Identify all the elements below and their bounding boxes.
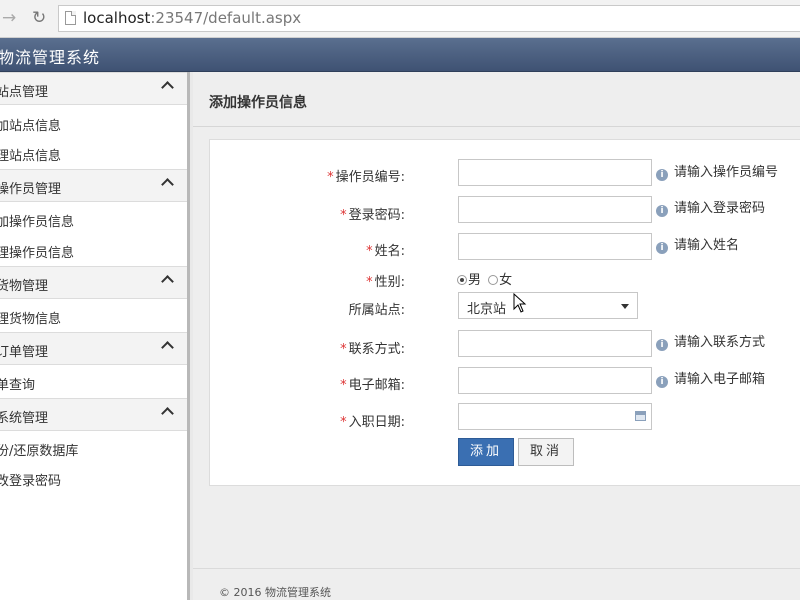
sidebar-item-backup-restore[interactable]: 份/还原数据库 xyxy=(0,440,78,459)
page-icon xyxy=(65,11,76,25)
required-mark: * xyxy=(340,415,347,430)
sidebar-item-order-query[interactable]: 单查询 xyxy=(0,374,35,393)
sidebar-item-add-station[interactable]: 加站点信息 xyxy=(0,115,61,134)
password-label-text: 登录密码: xyxy=(348,208,405,223)
station-label: 所属站点: xyxy=(348,303,405,318)
footer-divider xyxy=(193,568,800,569)
url-text: localhost:23547/default.aspx xyxy=(83,9,301,27)
sidebar-group-orders[interactable]: 订单管理 xyxy=(0,332,187,365)
refresh-icon[interactable]: ↻ xyxy=(32,8,46,28)
contact-label-text: 联系方式: xyxy=(348,342,405,357)
contact-input[interactable] xyxy=(458,330,652,357)
cancel-button[interactable]: 取消 xyxy=(518,438,574,466)
name-input[interactable] xyxy=(458,233,652,260)
chevron-up-icon[interactable] xyxy=(161,407,174,420)
info-icon: i xyxy=(656,169,668,181)
station-selected-value: 北京站 xyxy=(467,302,507,317)
gender-label-text: 性别: xyxy=(374,275,405,290)
calendar-icon[interactable] xyxy=(635,411,646,421)
hire-date-label: * 入职日期: xyxy=(340,411,405,430)
page-title: 添加操作员信息 xyxy=(209,95,307,111)
email-label-text: 电子邮箱: xyxy=(348,378,405,393)
contact-label: * 联系方式: xyxy=(340,338,405,357)
sidebar-item-change-password[interactable]: 改登录密码 xyxy=(0,470,61,489)
operator-form: * 操作员编号: i 请输入操作员编号 * 登录密码: i 请输入登录密码 * 姓名: i… xyxy=(209,139,800,486)
sidebar-group-label: 系统管理 xyxy=(0,411,49,426)
sidebar-group-label: 操作员管理 xyxy=(0,182,62,197)
sidebar-group-system[interactable]: 系统管理 xyxy=(0,398,187,431)
add-button[interactable]: 添加 xyxy=(458,438,514,466)
main-content: 添加操作员信息 * 操作员编号: i 请输入操作员编号 * 登录密码: i 请输入登录密… xyxy=(193,72,800,600)
name-hint: i 请输入姓名 xyxy=(656,234,739,254)
required-mark: * xyxy=(340,208,347,223)
dropdown-arrow-icon xyxy=(621,304,629,309)
gender-label: * 性别: xyxy=(366,271,405,290)
email-label: * 电子邮箱: xyxy=(340,374,405,393)
sidebar: 站点管理 加站点信息 理站点信息 操作员管理 加操作员信息 理操作员信息 货物管… xyxy=(0,72,190,600)
operator-id-label: * 操作员编号: xyxy=(327,166,405,185)
sidebar-group-label: 站点管理 xyxy=(0,85,49,100)
gender-radio-group: 男 女 xyxy=(457,269,512,288)
contact-hint: i 请输入联系方式 xyxy=(656,331,765,351)
cursor-arrow-icon xyxy=(513,293,527,313)
chevron-up-icon[interactable] xyxy=(161,275,174,288)
operator-id-label-text: 操作员编号: xyxy=(335,170,405,185)
password-input[interactable] xyxy=(458,196,652,223)
gender-radio-female[interactable] xyxy=(488,275,499,285)
browser-toolbar: → ↻ localhost:23547/default.aspx xyxy=(0,0,800,38)
chevron-up-icon[interactable] xyxy=(161,178,174,191)
sidebar-item-manage-station[interactable]: 理站点信息 xyxy=(0,145,61,164)
password-hint: i 请输入登录密码 xyxy=(656,197,765,217)
email-input[interactable] xyxy=(458,367,652,394)
footer-copyright: © 2016 物流管理系统 xyxy=(219,586,331,599)
required-mark: * xyxy=(366,275,373,290)
chevron-up-icon[interactable] xyxy=(161,81,174,94)
info-icon: i xyxy=(656,376,668,388)
sidebar-group-label: 货物管理 xyxy=(0,279,49,294)
name-hint-text: 请输入姓名 xyxy=(674,238,740,253)
divider xyxy=(193,126,800,127)
chevron-up-icon[interactable] xyxy=(161,341,174,354)
info-icon: i xyxy=(656,242,668,254)
gender-radio-male[interactable] xyxy=(457,275,467,285)
required-mark: * xyxy=(366,244,373,259)
hire-date-input[interactable] xyxy=(458,403,652,430)
hire-date-label-text: 入职日期: xyxy=(348,415,405,430)
sidebar-group-station[interactable]: 站点管理 xyxy=(0,72,187,105)
password-label: * 登录密码: xyxy=(340,204,405,223)
required-mark: * xyxy=(340,378,347,393)
sidebar-item-manage-goods[interactable]: 理货物信息 xyxy=(0,308,61,327)
info-icon: i xyxy=(656,339,668,351)
app-header: 物流管理系统 xyxy=(0,38,800,72)
address-bar[interactable]: localhost:23547/default.aspx xyxy=(58,5,800,32)
sidebar-group-operator[interactable]: 操作员管理 xyxy=(0,169,187,202)
required-mark: * xyxy=(327,170,334,185)
url-host: localhost xyxy=(83,9,151,27)
sidebar-item-add-operator[interactable]: 加操作员信息 xyxy=(0,211,74,230)
operator-id-hint: i 请输入操作员编号 xyxy=(656,161,778,181)
email-hint: i 请输入电子邮箱 xyxy=(656,368,765,388)
sidebar-group-label: 订单管理 xyxy=(0,345,49,360)
station-select[interactable]: 北京站 xyxy=(458,292,638,319)
email-hint-text: 请输入电子邮箱 xyxy=(674,372,766,387)
name-label: * 姓名: xyxy=(366,240,405,259)
sidebar-item-manage-operator[interactable]: 理操作员信息 xyxy=(0,242,74,261)
password-hint-text: 请输入登录密码 xyxy=(674,201,766,216)
sidebar-group-goods[interactable]: 货物管理 xyxy=(0,266,187,299)
operator-id-hint-text: 请输入操作员编号 xyxy=(674,165,779,180)
name-label-text: 姓名: xyxy=(374,244,405,259)
required-mark: * xyxy=(340,342,347,357)
operator-id-input[interactable] xyxy=(458,159,652,186)
app-title: 物流管理系统 xyxy=(0,48,101,67)
gender-male-label: 男 xyxy=(468,273,482,288)
gender-female-label: 女 xyxy=(499,273,513,288)
info-icon: i xyxy=(656,205,668,217)
contact-hint-text: 请输入联系方式 xyxy=(674,335,766,350)
back-arrow-icon[interactable]: → xyxy=(2,8,16,28)
url-path: :23547/default.aspx xyxy=(150,9,302,27)
